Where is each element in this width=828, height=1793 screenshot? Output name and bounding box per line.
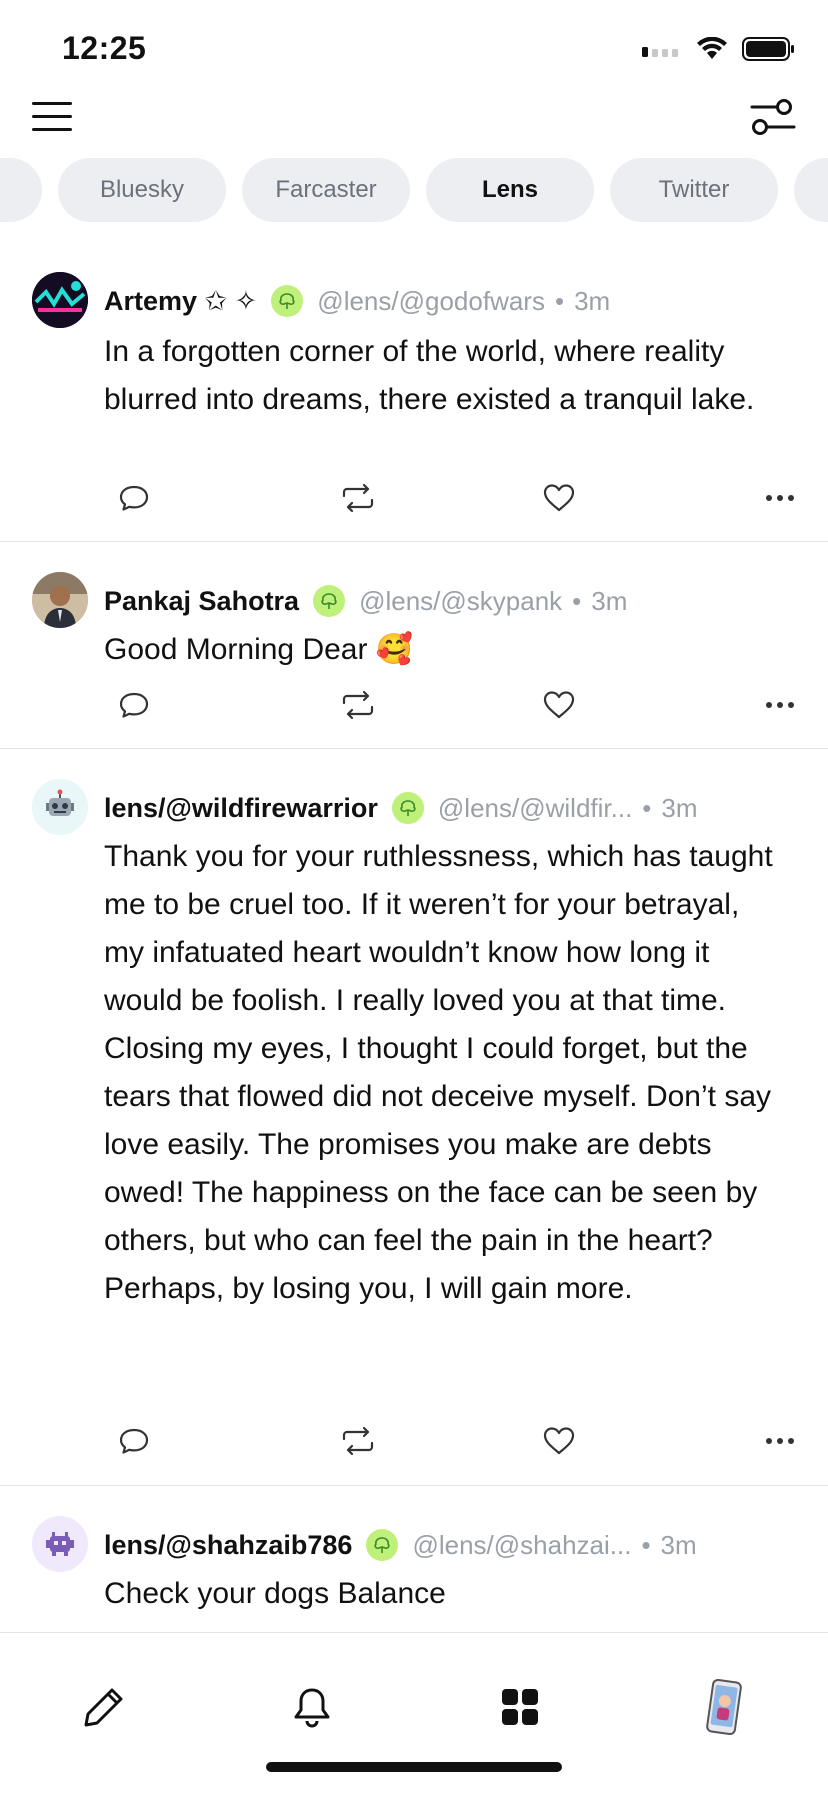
author-handle[interactable]: @lens/@shahzai...: [412, 1530, 631, 1561]
post-text: Thank you for your ruthlessness, which h…: [104, 840, 773, 1305]
lens-badge-icon: [366, 1529, 399, 1561]
grid-icon[interactable]: [490, 1677, 550, 1737]
repost-icon[interactable]: [340, 1425, 376, 1457]
repost-icon[interactable]: [340, 689, 376, 721]
more-options-icon[interactable]: [764, 482, 796, 514]
post-item[interactable]: Pankaj Sahotra @lens/@skypank • 3m Good …: [0, 542, 828, 749]
compose-icon[interactable]: [74, 1677, 134, 1737]
post-header: Pankaj Sahotra @lens/@skypank • 3m: [104, 580, 627, 622]
author-name[interactable]: lens/@shahzaib786: [104, 1530, 352, 1561]
post-time: 3m: [661, 792, 698, 823]
status-bar: 12:25: [0, 0, 828, 100]
post-time: 3m: [660, 1529, 697, 1560]
status-time: 12:25: [62, 30, 147, 66]
alien-avatar[interactable]: [32, 1516, 88, 1572]
tab-twitter[interactable]: Twitter: [610, 158, 778, 222]
tab-lens[interactable]: Lens: [426, 158, 594, 222]
signal-icon: [642, 47, 678, 57]
more-options-icon[interactable]: [764, 689, 796, 721]
lens-badge-icon: [391, 792, 424, 824]
dot-separator: •: [554, 285, 565, 316]
top-bar: [0, 92, 828, 142]
reply-icon[interactable]: [118, 689, 150, 721]
post-time: 3m: [574, 285, 611, 316]
wifi-icon: [697, 37, 727, 59]
author-name[interactable]: Artemy ✩ ✧: [104, 286, 257, 317]
post-time: 3m: [591, 585, 628, 616]
more-options-icon[interactable]: [764, 1425, 796, 1457]
like-heart-icon[interactable]: [542, 689, 576, 721]
post-actions: [104, 689, 804, 729]
author-handle[interactable]: @lens/@skypank: [359, 586, 562, 617]
post-text: Check your dogs Balance: [104, 1577, 446, 1610]
post-header: Artemy ✩ ✧ @lens/@godofwars • 3m: [104, 280, 610, 322]
post-actions: [104, 1425, 804, 1465]
neon-art-avatar[interactable]: [32, 272, 88, 328]
like-heart-icon[interactable]: [542, 1425, 576, 1457]
platform-tabs: Bluesky Farcaster Lens Twitter: [0, 158, 828, 224]
tab-partial-left[interactable]: [0, 158, 42, 222]
feed: Artemy ✩ ✧ @lens/@godofwars • 3m In a fo…: [0, 252, 828, 1646]
post-item[interactable]: lens/@shahzaib786 @lens/@shahzai... • 3m…: [0, 1486, 828, 1646]
post-header: lens/@shahzaib786 @lens/@shahzai... • 3m: [104, 1524, 697, 1566]
author-handle[interactable]: @lens/@godofwars: [317, 286, 545, 317]
author-name[interactable]: Pankaj Sahotra: [104, 586, 299, 617]
post-header: lens/@wildfirewarrior @lens/@wildfir... …: [104, 787, 698, 829]
post-text: In a forgotten corner of the world, wher…: [104, 335, 755, 416]
hamburger-menu-icon[interactable]: [32, 100, 74, 134]
author-name[interactable]: lens/@wildfirewarrior: [104, 793, 378, 824]
profile-avatar[interactable]: [694, 1677, 754, 1737]
lens-badge-icon: [271, 285, 304, 317]
like-heart-icon[interactable]: [542, 482, 576, 514]
post-item[interactable]: Artemy ✩ ✧ @lens/@godofwars • 3m In a fo…: [0, 252, 828, 542]
post-text: Good Morning Dear 🥰: [104, 633, 414, 666]
author-handle[interactable]: @lens/@wildfir...: [438, 793, 632, 824]
dot-separator: •: [641, 1529, 651, 1560]
reply-icon[interactable]: [118, 482, 150, 514]
lens-badge-icon: [313, 585, 346, 617]
tab-farcaster[interactable]: Farcaster: [242, 158, 410, 222]
tab-bluesky[interactable]: Bluesky: [58, 158, 226, 222]
dot-separator: •: [572, 585, 582, 616]
dot-separator: •: [642, 792, 652, 823]
person-photo-avatar[interactable]: [32, 572, 88, 628]
reply-icon[interactable]: [118, 1425, 150, 1457]
repost-icon[interactable]: [340, 482, 376, 514]
tab-partial-right[interactable]: [794, 158, 828, 222]
status-icons: [642, 36, 796, 62]
robot-avatar[interactable]: [32, 779, 88, 835]
home-indicator: [266, 1762, 562, 1772]
post-item[interactable]: lens/@wildfirewarrior @lens/@wildfir... …: [0, 749, 828, 1486]
bell-icon[interactable]: [282, 1677, 342, 1737]
filter-settings-icon[interactable]: [750, 98, 796, 136]
post-actions: [104, 482, 804, 522]
battery-icon: [742, 37, 794, 61]
